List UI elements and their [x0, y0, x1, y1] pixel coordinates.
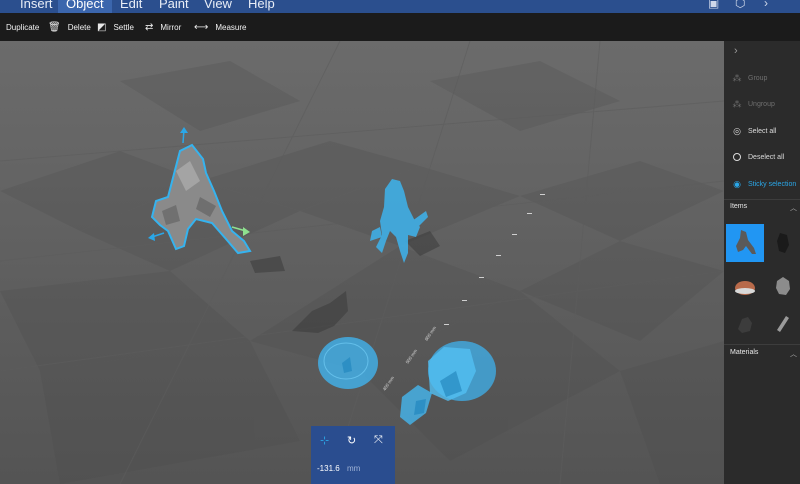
- settle-icon: ◩: [97, 21, 107, 33]
- group-button[interactable]: ⁂ Group: [724, 69, 800, 87]
- ungroup-button[interactable]: ⁂ Ungroup: [724, 95, 800, 113]
- delete-button[interactable]: 🗑 Delete: [48, 13, 91, 41]
- settle-button[interactable]: ◩ Settle: [97, 13, 134, 41]
- share-icon[interactable]: ⬡: [735, 0, 745, 10]
- item-thumbnail[interactable]: [726, 305, 764, 343]
- save-icon[interactable]: ▣: [708, 0, 719, 10]
- group-icon: ⁂: [732, 72, 742, 83]
- materials-collapse-icon[interactable]: ︿: [790, 349, 797, 359]
- items-collapse-icon[interactable]: ︿: [790, 203, 797, 213]
- select-all-icon: ◎: [733, 125, 741, 136]
- materials-section-title: Materials: [730, 349, 759, 356]
- grey-creature-thumb: [776, 277, 790, 295]
- ungroup-label: Ungroup: [748, 100, 775, 108]
- deselect-all-label: Deselect all: [748, 153, 785, 161]
- panel-divider: [724, 199, 800, 200]
- select-all-button[interactable]: ◎ Select all: [724, 122, 800, 140]
- measure-icon: ⟷: [194, 21, 209, 33]
- deselect-all-button[interactable]: Deselect all: [724, 148, 800, 166]
- item-thumbnail[interactable]: [766, 224, 800, 262]
- ungroup-icon: ⁂: [732, 98, 742, 109]
- thin-object-thumb: [777, 316, 789, 332]
- sticky-selection-toggle[interactable]: ◉ Sticky selection: [724, 175, 800, 193]
- rock-figure-thumb: [736, 230, 756, 254]
- collapse-panel-icon[interactable]: ›: [734, 45, 738, 57]
- toolbar: Duplicate 🗑 Delete ◩ Settle ⇄ Mirror ⟷ M…: [0, 13, 800, 41]
- viewport-scene: 600 mm 500 mm 400 mm: [0, 41, 724, 484]
- tab-edit[interactable]: Edit: [112, 0, 150, 13]
- measure-button[interactable]: ⟷ Measure: [194, 13, 246, 41]
- transform-panel: ⊹ ↻ ⤧ -131.6 mm: [311, 426, 395, 484]
- dark-rock-thumb: [738, 317, 752, 333]
- item-thumbnail[interactable]: [726, 267, 764, 305]
- dark-figure-thumb: [777, 233, 789, 253]
- duplicate-label: Duplicate: [6, 22, 40, 32]
- item-thumbnail-selected[interactable]: [726, 224, 764, 262]
- tab-help[interactable]: Help: [240, 0, 283, 13]
- disc-object[interactable]: [318, 337, 378, 389]
- menu-bar: Insert Object Edit Paint View Help ▣ ⬡ ›: [0, 0, 800, 13]
- item-thumbnail[interactable]: [766, 267, 800, 305]
- tab-paint[interactable]: Paint: [151, 0, 197, 13]
- duplicate-button[interactable]: Duplicate: [6, 13, 39, 41]
- deselect-all-icon: [732, 152, 742, 162]
- trash-icon: 🗑: [48, 21, 61, 33]
- tab-insert[interactable]: Insert: [12, 0, 61, 13]
- measure-label: Measure: [215, 22, 247, 32]
- more-icon[interactable]: ›: [764, 0, 768, 10]
- group-label: Group: [748, 74, 768, 82]
- right-panel: › ⁂ Group ⁂ Ungroup ◎ Select all Deselec…: [724, 41, 800, 484]
- mirror-label: Mirror: [160, 22, 182, 32]
- position-value-input[interactable]: -131.6: [317, 464, 340, 473]
- select-all-label: Select all: [748, 127, 777, 135]
- 3d-viewport[interactable]: 600 mm 500 mm 400 mm: [0, 41, 724, 484]
- sticky-selection-icon: ◉: [733, 178, 741, 189]
- sticky-selection-label: Sticky selection: [748, 180, 797, 188]
- panel-divider: [724, 344, 800, 345]
- move-axis-icon[interactable]: ⊹: [320, 434, 329, 447]
- rotate-icon[interactable]: ↻: [347, 434, 356, 447]
- tab-view[interactable]: View: [196, 0, 240, 13]
- mirror-button[interactable]: ⇄ Mirror: [145, 13, 181, 41]
- settle-label: Settle: [113, 22, 134, 32]
- delete-label: Delete: [67, 22, 91, 32]
- orange-dome-thumb: [735, 281, 755, 295]
- tab-object[interactable]: Object: [58, 0, 112, 13]
- items-section-title: Items: [730, 203, 748, 210]
- position-unit: mm: [347, 464, 361, 473]
- item-thumbnail[interactable]: [766, 305, 800, 343]
- scale-icon[interactable]: ⤧: [374, 434, 383, 447]
- mirror-icon: ⇄: [145, 21, 154, 33]
